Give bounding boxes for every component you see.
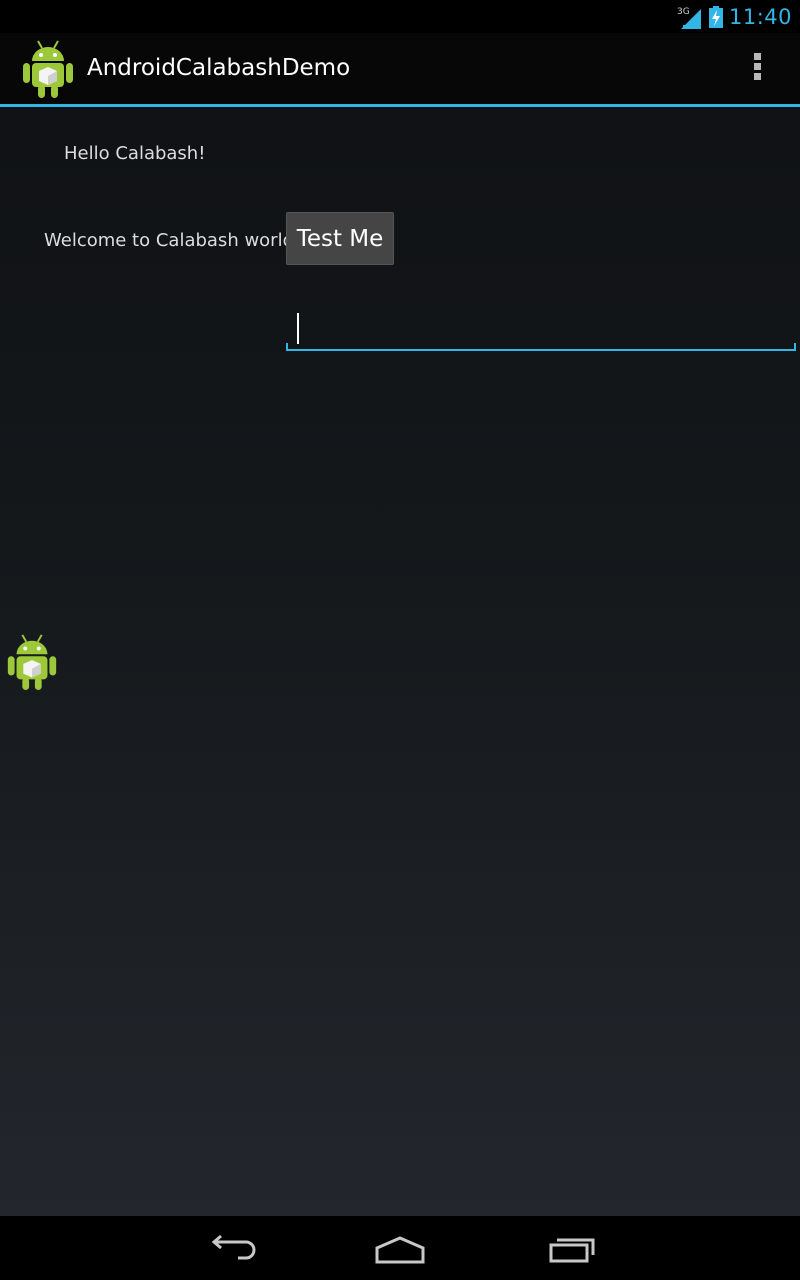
action-bar: AndroidCalabashDemo	[0, 33, 800, 107]
signal-icon: 3G	[677, 7, 701, 29]
main-content: Hello Calabash! Welcome to Calabash worl…	[0, 107, 800, 1216]
status-time: 11:40	[728, 4, 792, 29]
recent-apps-icon[interactable]	[540, 1228, 600, 1268]
test-me-button[interactable]: Test Me	[286, 212, 394, 265]
text-caret	[297, 313, 299, 344]
welcome-text: Welcome to Calabash world	[44, 230, 295, 251]
navigation-bar	[0, 1216, 800, 1280]
app-title: AndroidCalabashDemo	[87, 55, 351, 81]
text-input-field[interactable]	[286, 305, 796, 351]
android-robot-image-icon	[7, 634, 57, 691]
status-icons: 3G 11:40	[677, 0, 792, 33]
battery-charging-icon	[708, 5, 723, 28]
network-label: 3G	[677, 7, 690, 17]
overflow-menu-icon[interactable]	[746, 53, 768, 87]
back-icon[interactable]	[200, 1228, 260, 1268]
hello-text: Hello Calabash!	[64, 143, 206, 164]
home-icon[interactable]	[370, 1228, 430, 1268]
status-bar: 3G 11:40	[0, 0, 800, 33]
android-robot-icon	[23, 40, 73, 98]
